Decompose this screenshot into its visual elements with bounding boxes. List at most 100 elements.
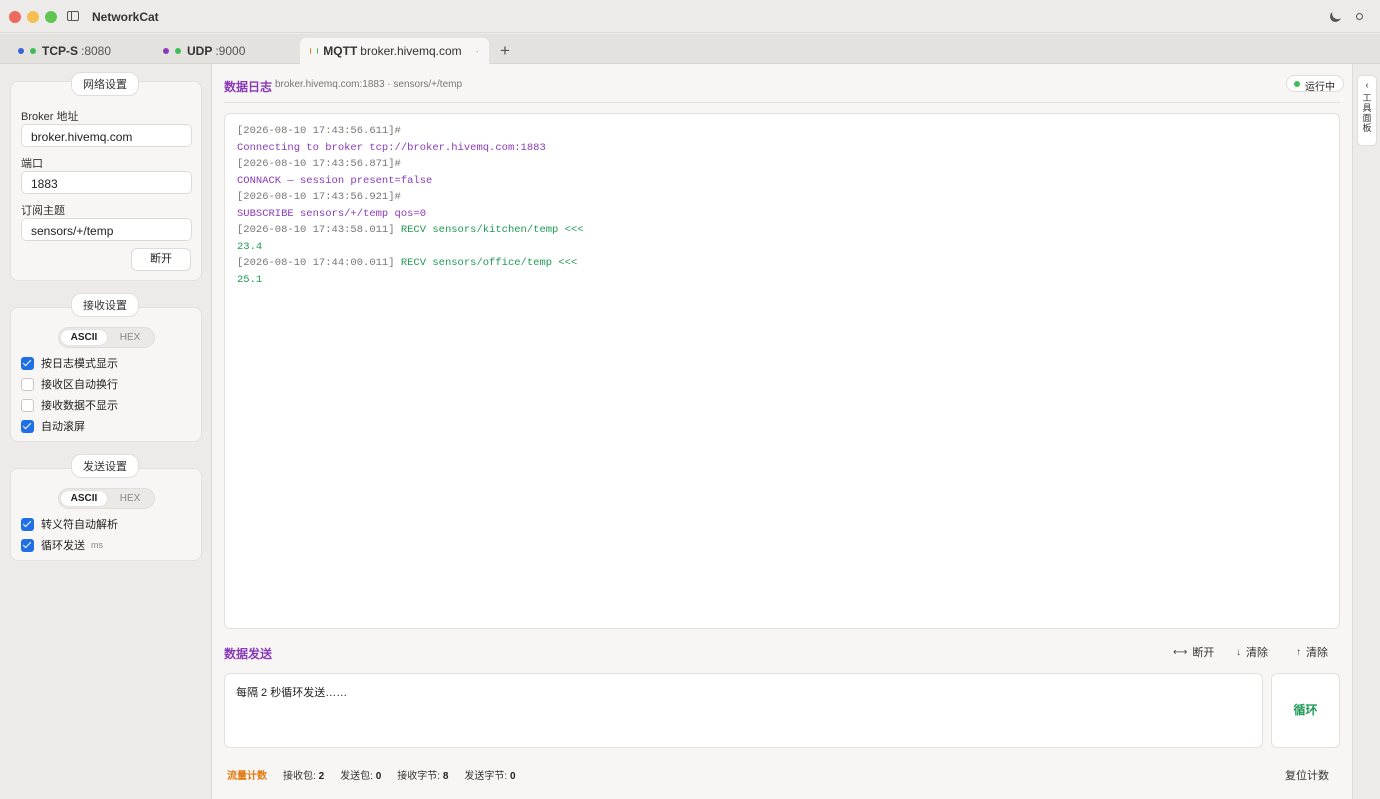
loop-send-checkbox[interactable]: 循环发送 ms — [21, 538, 103, 552]
stats-title: 流量计数 — [227, 770, 267, 782]
data-log[interactable]: [2026-08-10 17:43:56.611]# Connecting to… — [224, 113, 1340, 629]
loop-send-button[interactable]: 循环 — [1271, 673, 1340, 748]
broker-label: Broker 地址 — [21, 111, 79, 123]
send-mode-hex[interactable]: HEX — [107, 491, 153, 506]
button-label: 清除 — [1246, 647, 1268, 659]
receive-mode-ascii[interactable]: ASCII — [61, 330, 107, 345]
recv-packets-stat: 接收包: 2 — [283, 767, 324, 782]
app-title: NetworkCat — [92, 10, 159, 24]
stat-value: 0 — [509, 770, 516, 782]
stat-value: 8 — [442, 770, 449, 782]
tab-label: UDP — [187, 44, 213, 58]
tab-mqtt[interactable]: MQTT broker.hivemq.com · — [300, 38, 489, 64]
stat-value: 2 — [318, 770, 325, 782]
hide-data-checkbox[interactable]: 接收数据不显示 — [21, 398, 118, 412]
tab-close-icon[interactable]: · — [476, 46, 479, 57]
tab-color-dot — [310, 48, 311, 54]
disconnect-button[interactable]: 断开 — [131, 248, 191, 271]
checkbox-label: 转义符自动解析 — [41, 519, 118, 531]
stat-label: 接收包: — [283, 770, 316, 782]
close-window-button[interactable] — [9, 11, 21, 23]
log-message: RECV sensors/kitchen/temp <<< — [394, 224, 584, 236]
log-subtitle: broker.hivemq.com:1883 · sensors/+/temp — [275, 79, 463, 90]
clear-receive-button[interactable]: ↓ 清除 — [1236, 644, 1268, 660]
stat-label: 接收字节: — [397, 770, 441, 782]
log-line: SUBSCRIBE sensors/+/temp qos=0 — [237, 207, 427, 220]
divider — [224, 102, 1340, 103]
log-timestamp: [2026-08-10 17:43:58.011] — [237, 224, 395, 236]
receive-mode-hex[interactable]: HEX — [107, 330, 153, 345]
receive-mode-toggle[interactable]: ASCII HEX — [58, 327, 155, 348]
auto-scroll-checkbox[interactable]: 自动滚屏 — [21, 419, 85, 433]
settings-sidebar: Broker 地址 broker.hivemq.com 端口 1883 订阅主题… — [0, 64, 212, 799]
send-disconnect-button[interactable]: ⟷ 断开 — [1173, 644, 1214, 660]
reset-counter-button[interactable]: 复位计数 — [1285, 767, 1329, 783]
checkbox-box[interactable] — [21, 419, 34, 433]
button-label: 清除 — [1306, 647, 1328, 659]
log-mode-checkbox[interactable]: 按日志模式显示 — [21, 356, 118, 370]
port-input[interactable]: 1883 — [21, 171, 192, 194]
checkbox-box[interactable] — [21, 538, 34, 552]
receive-settings-panel: ASCII HEX 按日志模式显示 接收区自动换行 接收数据不显示 自动滚屏 — [10, 307, 202, 442]
zoom-window-button[interactable] — [45, 11, 57, 23]
log-line: [2026-08-10 17:43:58.011] RECV sensors/k… — [237, 222, 1327, 239]
tab-label: TCP-S — [42, 44, 78, 58]
tab-label: MQTT — [323, 44, 358, 58]
log-line: [2026-08-10 17:43:56.611]# — [237, 125, 401, 137]
log-timestamp: [2026-08-10 17:44:00.011] — [237, 257, 395, 269]
tab-color-dot — [18, 48, 24, 54]
checkbox-label: 自动滚屏 — [41, 421, 85, 433]
log-line: CONNACK — session present=false — [237, 174, 433, 187]
stat-value: 0 — [375, 770, 382, 782]
tab-status-dot — [316, 48, 318, 54]
disconnect-icon: ⟷ — [1173, 646, 1188, 658]
network-settings-label: 网络设置 — [71, 72, 139, 96]
moon-icon[interactable] — [1328, 9, 1342, 23]
sidebar-toggle-icon[interactable] — [67, 11, 79, 21]
tab-detail: broker.hivemq.com — [360, 44, 462, 58]
checkbox-label: 接收数据不显示 — [41, 400, 118, 412]
minimize-window-button[interactable] — [27, 11, 39, 23]
topic-input[interactable]: sensors/+/temp — [21, 218, 192, 241]
chevron-left-icon: ‹ — [1365, 80, 1369, 91]
checkbox-box[interactable] — [21, 517, 34, 531]
checkbox-label: 接收区自动换行 — [41, 379, 118, 391]
button-label: 断开 — [1192, 647, 1215, 659]
log-message: RECV sensors/office/temp <<< — [394, 257, 578, 269]
tab-bar: TCP-S :8080 UDP :9000 MQTT broker.hivemq… — [0, 34, 1380, 64]
tab-tcp-server[interactable]: TCP-S :8080 — [18, 38, 111, 64]
send-mode-toggle[interactable]: ASCII HEX — [58, 488, 155, 509]
send-settings-panel: ASCII HEX 转义符自动解析 循环发送 ms — [10, 468, 202, 561]
log-line: Connecting to broker tcp://broker.hivemq… — [237, 141, 546, 154]
tool-panel-rail: ‹ 工具面板 — [1352, 64, 1380, 799]
auto-wrap-checkbox[interactable]: 接收区自动换行 — [21, 377, 118, 391]
send-title: 数据发送 — [224, 647, 273, 661]
topic-label: 订阅主题 — [21, 205, 65, 217]
sun-icon[interactable] — [1356, 13, 1363, 20]
tab-udp[interactable]: UDP :9000 — [163, 38, 245, 64]
checkbox-box[interactable] — [21, 356, 34, 370]
tool-panel-toggle[interactable]: ‹ 工具面板 — [1357, 75, 1377, 146]
receive-settings-label: 接收设置 — [71, 293, 139, 317]
checkbox-box[interactable] — [21, 398, 34, 412]
network-settings-panel: Broker 地址 broker.hivemq.com 端口 1883 订阅主题… — [10, 81, 202, 281]
traffic-stats: 流量计数 接收包: 2 发送包: 0 接收字节: 8 发送字节: 0 — [227, 767, 532, 782]
checkbox-label: 按日志模式显示 — [41, 358, 118, 370]
log-title: 数据日志 — [224, 80, 273, 94]
port-label: 端口 — [21, 158, 43, 170]
escape-parse-checkbox[interactable]: 转义符自动解析 — [21, 517, 118, 531]
status-badge: 运行中 — [1286, 75, 1344, 93]
clear-send-button[interactable]: ↑ 清除 — [1296, 644, 1328, 660]
tab-detail: :9000 — [215, 44, 246, 58]
add-tab-icon[interactable]: + — [500, 42, 510, 59]
log-line: 25.1 — [237, 273, 263, 286]
send-mode-ascii[interactable]: ASCII — [61, 491, 107, 506]
arrow-down-icon: ↓ — [1236, 646, 1241, 658]
broker-input[interactable]: broker.hivemq.com — [21, 124, 192, 147]
checkbox-box[interactable] — [21, 377, 34, 391]
checkbox-label: 循环发送 — [41, 540, 85, 552]
stat-label: 发送包: — [340, 770, 373, 782]
recv-bytes-stat: 接收字节: 8 — [397, 767, 448, 782]
send-input[interactable]: 每隔 2 秒循环发送…… — [224, 673, 1263, 748]
tab-color-dot — [163, 48, 169, 54]
